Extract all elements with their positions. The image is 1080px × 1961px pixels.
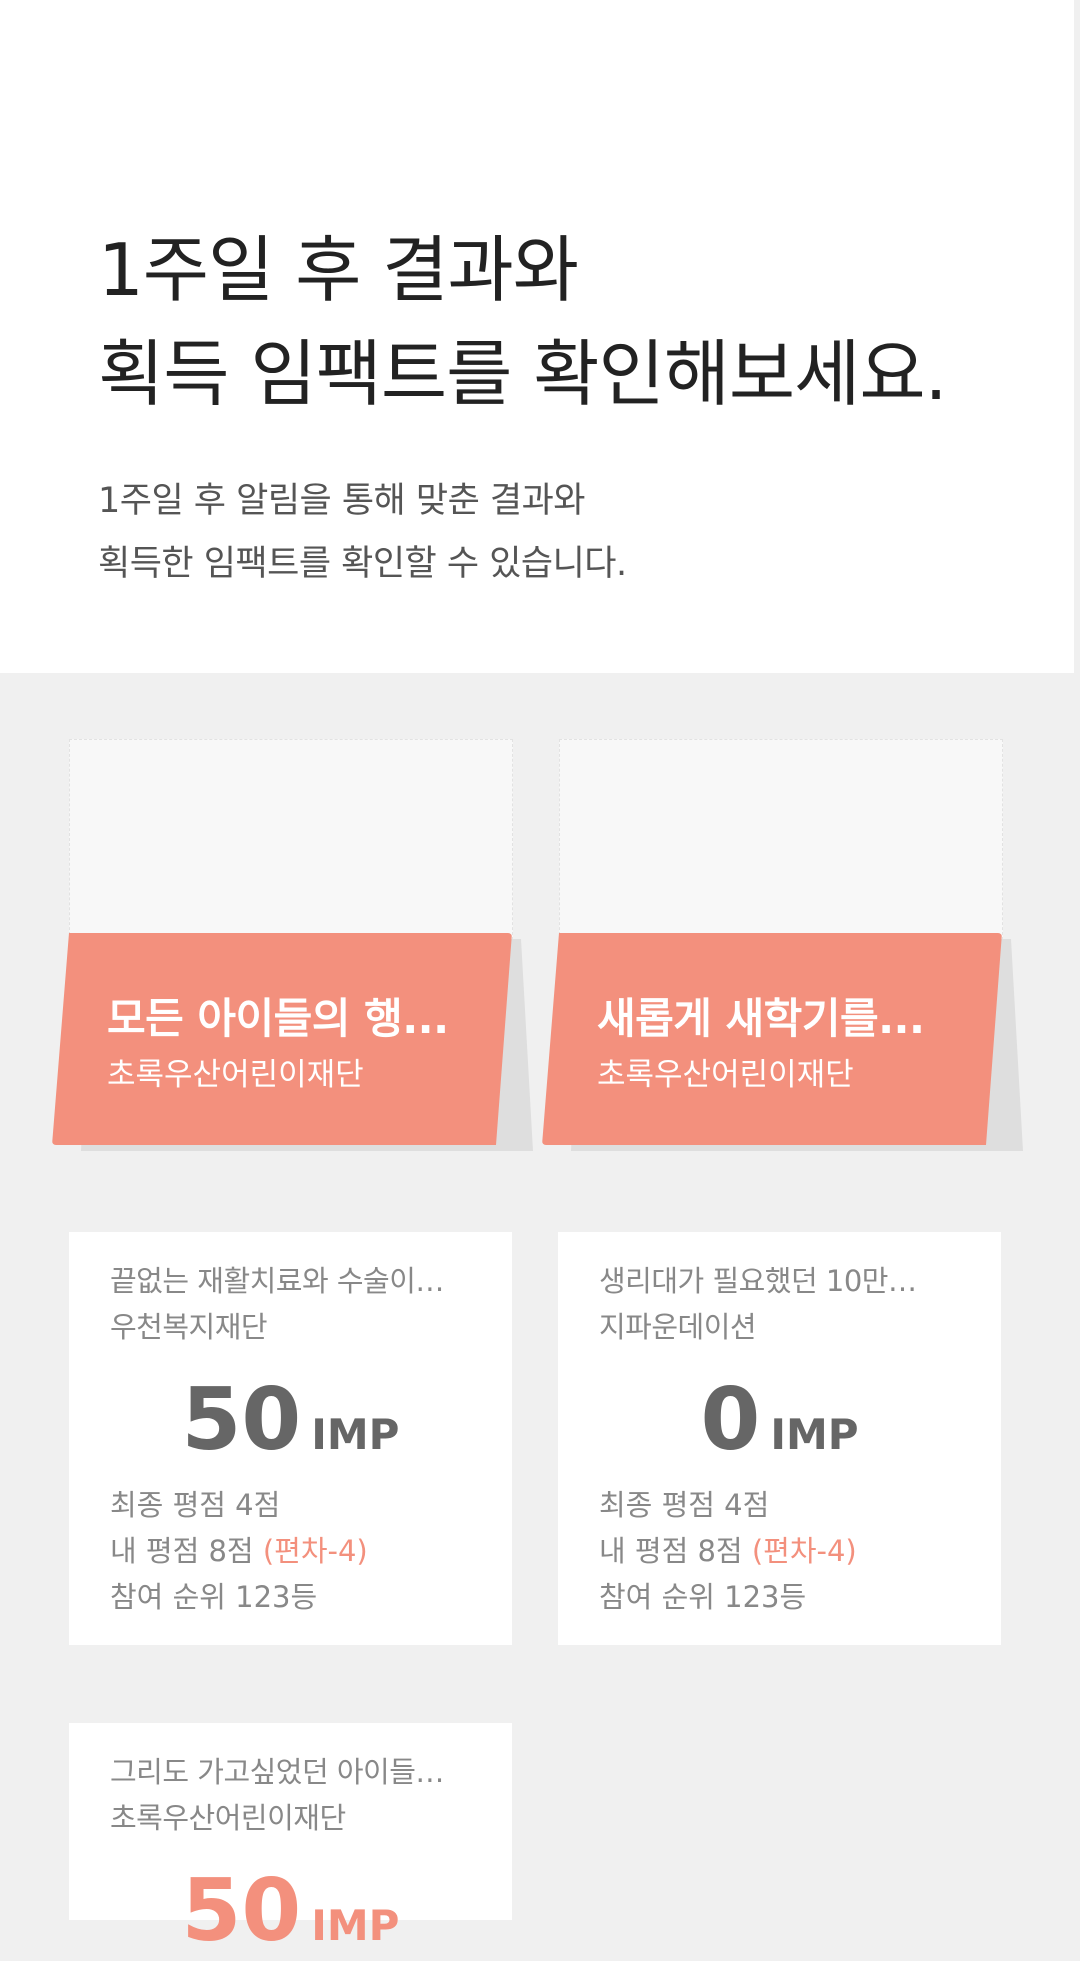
preview-card-image [69,739,513,940]
my-rating-row: 내 평점 8점 (편차-4) [599,1528,857,1574]
page-title-line-1: 1주일 후 결과와 [98,228,579,312]
impact-score-unit: IMP [311,1901,400,1950]
page-description: 1주일 후 알림을 통해 맞춘 결과와 획득한 임팩트를 확인할 수 있습니다. [98,470,627,596]
my-rating-row: 내 평점 8점 (편차-4) [110,1528,368,1574]
my-rating: 내 평점 8점 [110,1534,254,1568]
impact-score: 0 IMP [558,1372,1001,1468]
result-card-org: 지파운데이션 [599,1310,757,1344]
preview-card-title: 새롭게 새학기를... [597,994,925,1043]
impact-score-value: 50 [181,1370,302,1470]
impact-score-unit: IMP [311,1410,400,1459]
result-stats: 최종 평점 4점 내 평점 8점 (편차-4) 참여 순위 123등 [110,1482,368,1620]
preview-card-org: 초록우산어린이재단 [107,1057,364,1093]
preview-card-2[interactable]: 새롭게 새학기를... 초록우산어린이재단 [542,739,1023,1153]
result-card-1[interactable]: 끝없는 재활치료와 수술이… 우천복지재단 50 IMP 최종 평점 4점 내 평… [69,1232,512,1645]
result-card-org: 우천복지재단 [110,1310,268,1344]
rating-deviation: (편차-4) [262,1534,368,1568]
impact-score: 50 IMP [69,1372,512,1468]
page-title-line-2: 획득 임팩트를 확인해보세요. [98,332,948,416]
rating-deviation: (편차-4) [751,1534,857,1568]
header-section: 1주일 후 결과와 획득 임팩트를 확인해보세요. 1주일 후 알림을 통해 맞… [0,0,1074,673]
my-rating: 내 평점 8점 [599,1534,743,1568]
result-card-org: 초록우산어린이재단 [110,1801,346,1835]
participation-rank: 참여 순위 123등 [599,1580,807,1614]
page-description-line-2: 획득한 임팩트를 확인할 수 있습니다. [98,544,627,584]
impact-score-value: 0 [700,1370,761,1470]
impact-score-value: 50 [181,1861,302,1961]
impact-score-unit: IMP [770,1410,859,1459]
preview-card-org: 초록우산어린이재단 [597,1057,854,1093]
preview-card-image [559,739,1003,940]
result-card-title: 끝없는 재활치료와 수술이… [110,1264,444,1298]
result-card-title: 그리도 가고싶었던 아이들… [110,1755,444,1789]
page-description-line-1: 1주일 후 알림을 통해 맞춘 결과와 [98,481,585,521]
final-rating: 최종 평점 4점 [599,1488,770,1522]
result-card-2[interactable]: 생리대가 필요했던 10만… 지파운데이션 0 IMP 최종 평점 4점 내 평점… [558,1232,1001,1645]
impact-score: 50 IMP [69,1863,512,1959]
preview-card-title: 모든 아이들의 행... [107,994,449,1043]
preview-card-1[interactable]: 모든 아이들의 행... 초록우산어린이재단 [52,739,533,1153]
result-card-3[interactable]: 그리도 가고싶었던 아이들… 초록우산어린이재단 50 IMP [69,1723,512,1959]
participation-rank: 참여 순위 123등 [110,1580,318,1614]
result-card-title: 생리대가 필요했던 10만… [599,1264,917,1298]
result-stats: 최종 평점 4점 내 평점 8점 (편차-4) 참여 순위 123등 [599,1482,857,1620]
final-rating: 최종 평점 4점 [110,1488,281,1522]
scroll-edge [1074,0,1080,673]
page-title: 1주일 후 결과와 획득 임팩트를 확인해보세요. [98,218,948,426]
